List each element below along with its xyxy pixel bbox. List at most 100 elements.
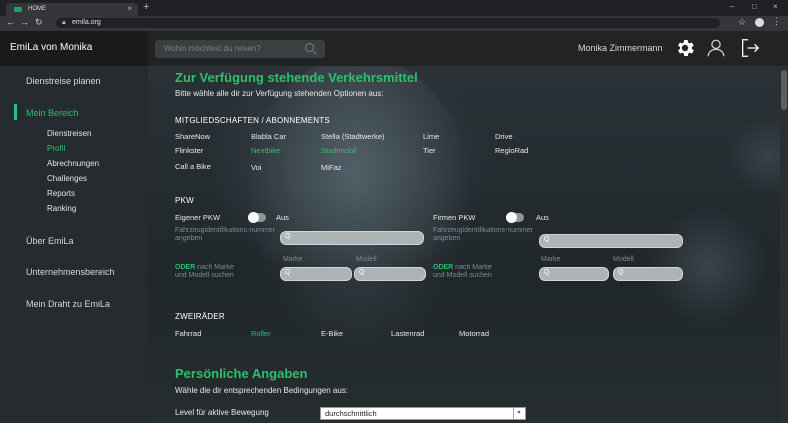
browser-tab-bar: HOME × + – □ × <box>0 0 788 16</box>
company-car-or-word: ODER <box>433 264 454 271</box>
own-car-brand-search-icon: Q <box>285 269 291 276</box>
company-car-label: Firmen PKW <box>433 213 476 222</box>
pkw-heading: PKW <box>175 196 194 205</box>
browser-tab[interactable]: HOME × <box>6 3 138 16</box>
company-car-toggle[interactable] <box>506 212 524 223</box>
brand-title[interactable]: EmiLa von Monika <box>10 42 92 53</box>
option-roller[interactable]: Roller <box>251 329 271 338</box>
option-drive[interactable]: Drive <box>495 132 513 141</box>
url-field[interactable]: 🔒︎ emila.org <box>56 18 720 28</box>
company-car-brand-input[interactable]: Q <box>539 267 609 281</box>
sidebar-active-indicator <box>14 104 17 120</box>
own-car-brand-input[interactable]: Q <box>280 267 352 281</box>
tab-title: HOME <box>28 6 46 12</box>
option-voi[interactable]: Voi <box>251 163 261 172</box>
lock-icon: 🔒︎ <box>62 19 66 26</box>
option-ebike[interactable]: E-Bike <box>321 329 343 338</box>
search-icon[interactable] <box>305 43 314 52</box>
option-regiorad[interactable]: RegioRad <box>495 146 528 155</box>
own-car-toggle-knob <box>248 212 259 223</box>
sidebar-subitem-reports[interactable]: Reports <box>47 189 75 198</box>
maximize-icon[interactable]: □ <box>752 2 757 11</box>
app-header: EmiLa von Monika Wohin möchtest du reise… <box>0 31 788 66</box>
company-car-or-line2: und Modell suchen <box>433 272 492 279</box>
option-fahrrad[interactable]: Fahrrad <box>175 329 201 338</box>
company-car-toggle-knob <box>506 212 517 223</box>
own-car-or-search-hint: ODER nach Marke und Modell suchen <box>175 264 234 280</box>
own-car-brand-label: Marke <box>283 256 303 263</box>
company-car-or-search-hint: ODER nach Marke und Modell suchen <box>433 264 492 280</box>
own-car-plate-hint: Fahrzeugidentifikations-nummer angeben <box>175 227 275 242</box>
own-car-model-input[interactable]: Q <box>354 267 426 281</box>
minimize-icon[interactable]: – <box>730 2 734 11</box>
company-car-brand-search-icon: Q <box>544 269 550 276</box>
sidebar-subitem-abrechnungen[interactable]: Abrechnungen <box>47 159 99 168</box>
sidebar-subitem-profil[interactable]: Profil <box>47 144 65 153</box>
company-car-plate-hint: Fahrzeugidentifikations-nummer angeben <box>433 227 533 242</box>
company-car-model-input[interactable]: Q <box>613 267 683 281</box>
gear-icon[interactable] <box>674 37 696 59</box>
scrollbar-track[interactable] <box>780 66 788 423</box>
company-car-toggle-state: Aus <box>536 213 549 222</box>
favicon-icon <box>14 7 22 12</box>
option-lime[interactable]: Lime <box>423 132 439 141</box>
logout-icon[interactable] <box>739 37 761 59</box>
company-car-model-search-icon: Q <box>618 269 624 276</box>
option-flinkster[interactable]: Flinkster <box>175 146 203 155</box>
own-car-plate-input[interactable]: Q <box>280 231 424 245</box>
sidebar-subitem-challenges[interactable]: Challenges <box>47 174 87 183</box>
company-car-brand-label: Marke <box>541 256 561 263</box>
option-stadtmobil[interactable]: Stadtmobil <box>321 146 356 155</box>
option-stella[interactable]: Stella (Stadtwerke) <box>321 132 384 141</box>
activity-level-value: durchschnittlich <box>325 409 377 418</box>
company-car-model-label: Modell <box>613 256 634 263</box>
own-car-plate-search-icon: Q <box>285 233 291 240</box>
option-callabike[interactable]: Call a Bike <box>175 162 211 171</box>
reload-icon[interactable]: ↻ <box>35 17 43 28</box>
background-bulb-image <box>243 66 473 356</box>
memberships-heading: MITGLIEDSCHAFTEN / ABONNEMENTS <box>175 116 330 125</box>
back-icon[interactable]: ← <box>6 17 15 27</box>
sidebar-item-unternehmensbereich[interactable]: Unternehmensbereich <box>26 267 115 277</box>
profile-avatar-icon[interactable] <box>755 18 764 27</box>
own-car-toggle[interactable] <box>248 212 266 223</box>
option-motorrad[interactable]: Motorrad <box>459 329 489 338</box>
company-car-plate-input[interactable]: Q <box>539 234 683 248</box>
sidebar-item-dienstreise-planen[interactable]: Dienstreise planen <box>26 76 101 86</box>
section-title-persoenliche-angaben: Persönliche Angaben <box>175 366 308 381</box>
scrollbar-thumb[interactable] <box>781 70 787 110</box>
option-sharenow[interactable]: ShareNow <box>175 132 210 141</box>
option-tier[interactable]: Tier <box>423 146 436 155</box>
user-icon[interactable] <box>705 37 727 59</box>
personal-subtitle: Wähle die dir entsprechenden Bedingungen… <box>175 386 349 395</box>
browser-menu-icon[interactable]: ⋮ <box>772 16 781 27</box>
option-nextbike[interactable]: Nextbike <box>251 146 280 155</box>
section-title-verkehrsmittel: Zur Verfügung stehende Verkehrsmittel <box>175 70 418 85</box>
own-car-or-word: ODER <box>175 264 196 271</box>
company-car-plate-search-icon: Q <box>544 236 550 243</box>
tab-close-icon[interactable]: × <box>127 4 132 13</box>
new-tab-button[interactable]: + <box>143 1 149 13</box>
search-input[interactable]: Wohin möchtest du reisen? <box>155 40 325 58</box>
forward-icon[interactable]: → <box>20 17 29 27</box>
bookmark-star-icon[interactable]: ☆ <box>738 17 746 28</box>
sidebar-item-ueber-emila[interactable]: Über EmiLa <box>26 236 74 246</box>
activity-level-select[interactable]: durchschnittlich ▾ <box>320 407 526 420</box>
sidebar-item-mein-bereich[interactable]: Mein Bereich <box>26 108 79 118</box>
option-blablacar[interactable]: Blabla Car <box>251 132 286 141</box>
brand-area: EmiLa von Monika <box>0 31 148 66</box>
sidebar: Dienstreise planen Mein Bereich Dienstre… <box>0 66 148 423</box>
chevron-down-icon: ▾ <box>513 408 524 419</box>
own-car-or-rest: nach Marke <box>195 264 234 271</box>
sidebar-subitem-ranking[interactable]: Ranking <box>47 204 76 213</box>
option-lastenrad[interactable]: Lastenrad <box>391 329 424 338</box>
sidebar-subitem-dienstreisen[interactable]: Dienstreisen <box>47 129 91 138</box>
sidebar-item-mein-draht[interactable]: Mein Draht zu EmiLa <box>26 299 110 309</box>
window-close-icon[interactable]: × <box>773 2 778 11</box>
company-car-or-rest: nach Marke <box>453 264 492 271</box>
option-mifaz[interactable]: MiFaz <box>321 163 341 172</box>
user-name: Monika Zimmermann <box>578 43 663 53</box>
address-bar: ← → ↻ 🔒︎ emila.org ☆ ⋮ <box>0 16 788 31</box>
own-car-model-search-icon: Q <box>359 269 365 276</box>
own-car-or-line2: und Modell suchen <box>175 272 234 279</box>
